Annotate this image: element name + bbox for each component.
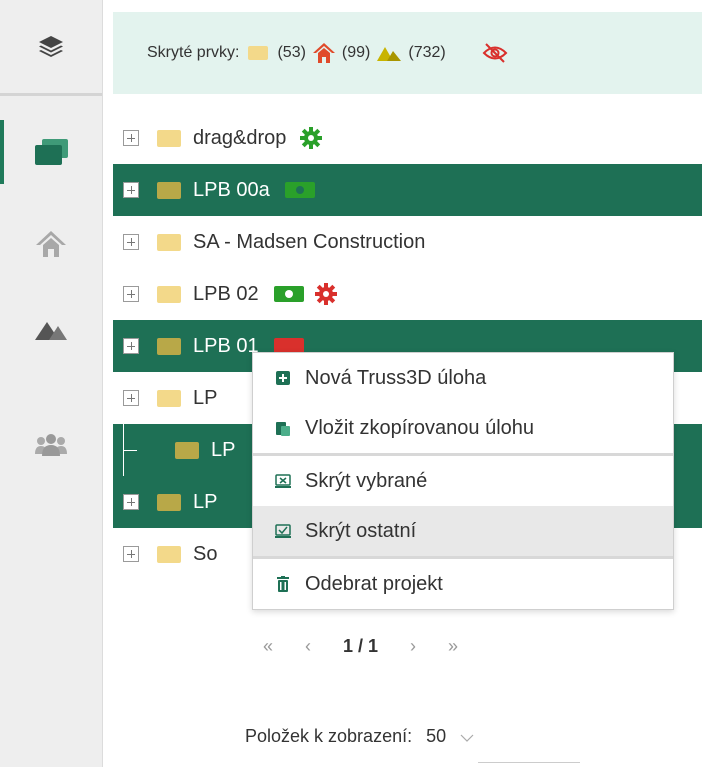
menu-item-hide-others[interactable]: Skrýt ostatní (253, 506, 673, 556)
paste-icon (275, 420, 291, 436)
gear-icon (300, 127, 323, 149)
folder-icon (157, 545, 181, 563)
prev-page-button[interactable]: ‹ (305, 636, 311, 657)
menu-item-label: Nová Truss3D úloha (305, 366, 487, 389)
money-icon (273, 284, 305, 304)
hide-selected-icon (275, 473, 291, 489)
menu-item-hide-selected[interactable]: Skrýt vybrané (253, 456, 673, 506)
expand-icon[interactable] (123, 390, 139, 406)
folder-icon (157, 181, 181, 199)
menu-item-paste-task[interactable]: Vložit zkopírovanou úlohu (253, 403, 673, 453)
last-page-button[interactable]: » (448, 636, 458, 657)
folder-icon (157, 129, 181, 147)
tree-row-label: SA - Madsen Construction (193, 230, 426, 253)
tree-row-label: LP (193, 386, 218, 409)
menu-item-new-task[interactable]: Nová Truss3D úloha (253, 353, 673, 403)
tree-row-label: So (193, 542, 218, 565)
folder-icon (157, 337, 181, 355)
sidebar-item-buildings[interactable] (0, 222, 102, 266)
tree-row[interactable]: drag&drop (113, 112, 702, 164)
folder-icon (157, 233, 181, 251)
context-menu: Nová Truss3D úloha Vložit zkopírovanou ú… (252, 352, 674, 610)
sidebar-item-projects[interactable] (0, 130, 102, 174)
house-icon (312, 43, 335, 63)
per-page-label: Položek k zobrazení: (245, 725, 413, 746)
per-page-value[interactable]: 50 (426, 726, 446, 747)
folder-icon (248, 46, 269, 60)
expand-icon[interactable] (123, 234, 139, 250)
menu-item-label: Skrýt ostatní (305, 519, 417, 542)
sidebar-item-terrain[interactable] (0, 308, 102, 352)
expand-icon[interactable] (123, 338, 139, 354)
tree-row-label: LP (211, 438, 236, 461)
menu-item-label: Skrýt vybrané (305, 469, 428, 492)
expand-icon[interactable] (123, 546, 139, 562)
folder-icon (175, 441, 199, 459)
tree-connector (123, 424, 167, 476)
sidebar (0, 0, 103, 767)
trash-icon (275, 576, 291, 592)
next-page-button[interactable]: › (410, 636, 416, 657)
money-icon (284, 180, 316, 200)
per-page: Položek k zobrazení: 50 (245, 718, 474, 754)
hide-others-icon (275, 523, 291, 539)
expand-icon[interactable] (123, 494, 139, 510)
tree-row[interactable]: LPB 02 (113, 268, 702, 320)
users-icon (35, 434, 67, 456)
folder-icon (157, 285, 181, 303)
pagination: « ‹ 1 / 1 › » (113, 620, 702, 672)
mountain-icon (377, 47, 402, 61)
hidden-folders-count: (53) (277, 44, 306, 61)
page-indicator: 1 / 1 (343, 635, 379, 656)
home-icon (36, 231, 66, 257)
hidden-items-label: Skryté prvky: (147, 44, 240, 61)
add-icon (275, 370, 291, 386)
sidebar-item-users[interactable] (0, 424, 102, 468)
tree-row-label: LP (193, 490, 218, 513)
tree-row-label: LPB 01 (193, 334, 259, 357)
tree-row-selected[interactable]: LPB 00a (113, 164, 702, 216)
hidden-items-bar: Skryté prvky: (53) (99) (732) (113, 12, 702, 94)
folder-icon (157, 493, 181, 511)
hidden-houses-count: (99) (341, 44, 371, 61)
tree-row-label: drag&drop (193, 126, 287, 149)
per-page-underline (478, 762, 580, 763)
first-page-button[interactable]: « (263, 636, 273, 657)
chevron-down-icon[interactable] (460, 726, 474, 747)
expand-icon[interactable] (123, 182, 139, 198)
tree-row-label: LPB 00a (193, 178, 270, 201)
expand-icon[interactable] (123, 286, 139, 302)
mountain-icon (35, 322, 67, 340)
menu-item-label: Vložit zkopírovanou úlohu (305, 416, 535, 439)
folder-icon (157, 389, 181, 407)
folders-icon (35, 139, 68, 165)
layers-icon (39, 35, 63, 57)
menu-item-remove-project[interactable]: Odebrat projekt (253, 559, 673, 609)
tree-row[interactable]: SA - Madsen Construction (113, 216, 702, 268)
hidden-mountains-count: (732) (408, 44, 446, 61)
gear-icon (314, 283, 337, 305)
tree-row-label: LPB 02 (193, 282, 259, 305)
expand-icon[interactable] (123, 130, 139, 146)
layers-toggle[interactable] (0, 0, 102, 96)
eye-slash-icon[interactable] (482, 42, 508, 64)
menu-item-label: Odebrat projekt (305, 572, 443, 595)
